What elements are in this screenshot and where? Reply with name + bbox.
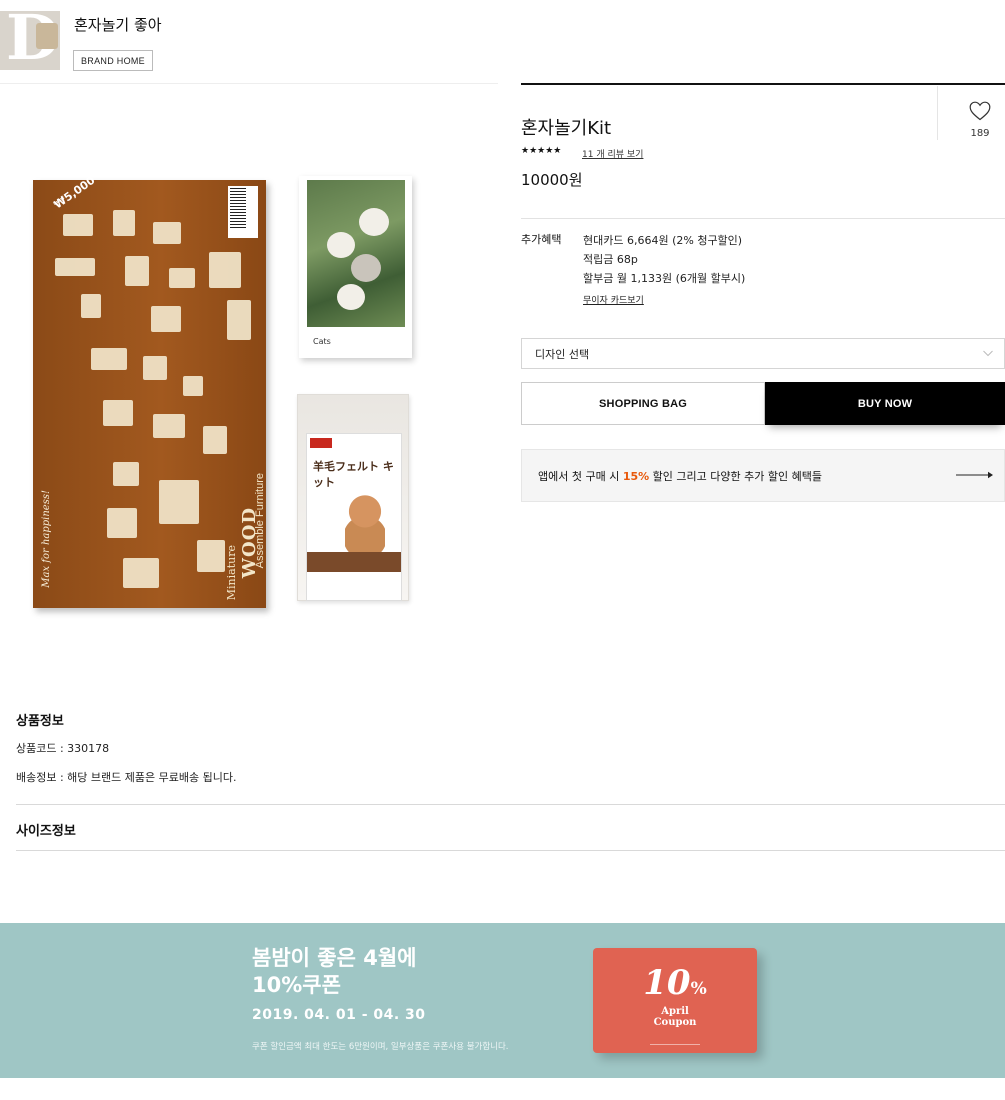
coupon-note: 쿠폰 할인금액 최대 한도는 6만원이며, 일부상품은 쿠폰사용 불가합니다. xyxy=(252,1042,509,1052)
felt-kit-tag xyxy=(310,438,332,448)
board-barcode xyxy=(230,188,246,230)
interest-free-card-link[interactable]: 무이자 카드보기 xyxy=(583,293,644,306)
coupon-date: 2019. 04. 01 - 04. 30 xyxy=(252,1007,426,1023)
wish-count: 189 xyxy=(970,128,990,139)
wish-divider xyxy=(937,86,938,140)
benefit-list: 현대카드 6,664원 (2% 청구할인) 적립금 68p 할부금 월 1,13… xyxy=(583,231,745,288)
design-select-label: 디자인 선택 xyxy=(535,347,590,361)
brand-home-button[interactable]: BRAND HOME xyxy=(73,50,153,71)
brand-logo-cup xyxy=(36,23,58,49)
price-divider xyxy=(521,218,1005,219)
board-price: ₩5,000 xyxy=(51,173,98,212)
arrow-right-icon xyxy=(956,471,993,479)
buy-now-button[interactable]: BUY NOW xyxy=(765,382,1005,425)
wishlist-button[interactable]: 189 xyxy=(962,101,998,139)
review-link[interactable]: 11 개 리뷰 보기 xyxy=(582,147,643,160)
felt-kit-title: 羊毛フェルト キット xyxy=(313,460,394,489)
size-info-divider xyxy=(16,850,1005,851)
heart-icon xyxy=(969,101,991,121)
app-banner-highlight: 15% xyxy=(622,469,650,483)
brand-logo[interactable]: D xyxy=(0,11,60,70)
april-coupon-banner[interactable]: 봄밤이 좋은 4월에 10%쿠폰 2019. 04. 01 - 04. 30 쿠… xyxy=(0,923,1005,1078)
puzzle-picture xyxy=(307,180,405,327)
product-code: 상품코드 : 330178 xyxy=(16,742,110,755)
product-image[interactable]: ₩5,000 Max for happiness! Miniature WOOD… xyxy=(0,84,498,674)
felt-kit-card: 羊毛フェルト キット xyxy=(306,433,402,601)
app-discount-banner[interactable]: 앱에서 첫 구매 시 15% 할인 그리고 다양한 추가 할인 혜택들 xyxy=(521,449,1005,502)
product-info-title: 상품정보 xyxy=(16,714,64,729)
puzzle-brand: Cats xyxy=(313,337,331,346)
brand-name[interactable]: 혼자놀기 좋아 xyxy=(74,14,162,35)
cats-puzzle-box: Cats xyxy=(299,176,412,358)
product-title: 혼자놀기Kit xyxy=(521,118,612,139)
shipping-info: 배송정보 : 해당 브랜드 제품은 무료배송 됩니다. xyxy=(16,771,237,784)
felt-kit-package: 羊毛フェルト キット xyxy=(297,394,409,601)
benefit-points: 적립금 68p xyxy=(583,253,638,266)
benefit-card-discount: 현대카드 6,664원 (2% 청구할인) xyxy=(583,234,743,247)
coupon-card-label: April Coupon xyxy=(653,1006,697,1028)
app-banner-text: 앱에서 첫 구매 시 15% 할인 그리고 다양한 추가 할인 혜택들 xyxy=(538,469,822,483)
coupon-card-percent: 10% xyxy=(643,963,707,1003)
board-mini-label: Miniature xyxy=(225,544,238,600)
wood-furniture-board: ₩5,000 Max for happiness! Miniature WOOD… xyxy=(33,174,266,608)
shopping-bag-button[interactable]: SHOPPING BAG xyxy=(521,382,765,425)
chevron-down-icon xyxy=(983,350,993,357)
coupon-card: 10% April Coupon xyxy=(593,948,757,1053)
coupon-headline: 봄밤이 좋은 4월에 10%쿠폰 xyxy=(252,946,417,997)
felt-dog-figure xyxy=(345,494,385,552)
rating-stars: ★★★★★ xyxy=(521,146,562,156)
benefit-label: 추가혜택 xyxy=(521,233,562,246)
product-price: 10000원 xyxy=(521,171,583,189)
board-script: Max for happiness! xyxy=(41,490,52,588)
benefit-installment: 할부금 월 1,133원 (6개월 할부시) xyxy=(583,272,746,285)
detail-top-rule xyxy=(521,83,1005,85)
info-divider xyxy=(16,804,1005,805)
design-select[interactable]: 디자인 선택 xyxy=(521,338,1005,369)
size-info-title[interactable]: 사이즈정보 xyxy=(16,820,76,839)
board-subtitle: Assemble Furniture xyxy=(254,472,266,568)
